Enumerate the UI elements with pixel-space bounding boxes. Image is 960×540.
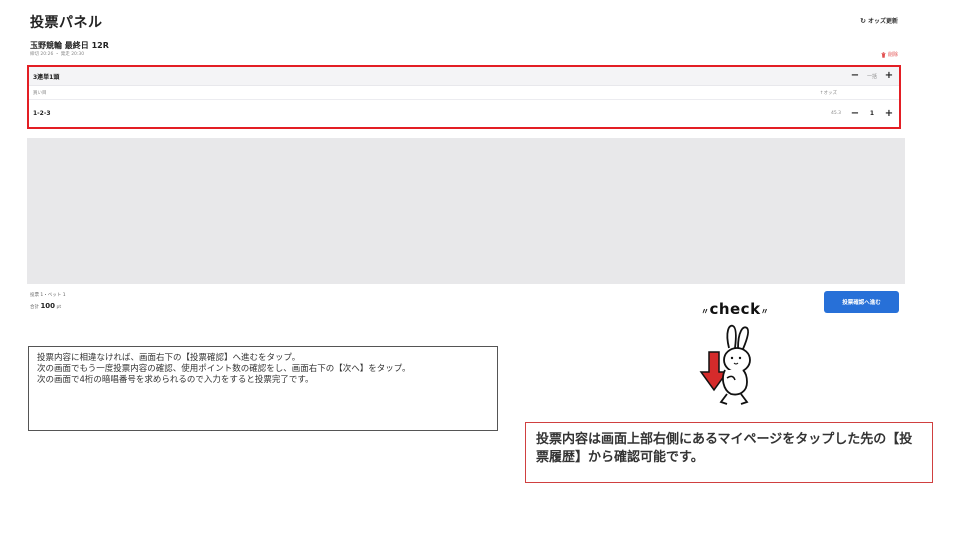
- delete-button[interactable]: 削除: [881, 51, 898, 58]
- bulk-plus-button[interactable]: +: [883, 71, 895, 81]
- check-label: 〃check〃: [685, 300, 785, 318]
- page-title: 投票パネル: [30, 15, 103, 31]
- note-line: 次の画面でもう一度投票内容の確認、使用ポイント数の確認をし、画面右下の【次へ】を…: [37, 364, 411, 374]
- history-info-note: 投票内容は画面上部右側にあるマイページをタップした先の【投票履歴】から確認可能で…: [525, 422, 933, 483]
- total-unit: pt: [56, 305, 62, 310]
- odds-sort-button[interactable]: ↑オッズ: [820, 90, 837, 96]
- race-name: 玉野競輪 最終日 12R: [30, 41, 109, 50]
- bet-row-controls: 45.3 − 1 +: [830, 108, 895, 119]
- total-label: 合計: [30, 305, 39, 310]
- delete-label: 削除: [887, 52, 898, 58]
- summary-total: 合計 100 pt: [30, 302, 61, 310]
- check-word: check: [709, 300, 761, 318]
- bet-odds: 45.3: [830, 111, 841, 116]
- unit-plus-button[interactable]: +: [883, 108, 895, 119]
- instruction-note: 投票内容に相違なければ、画面右下の【投票確認】へ進むをタップ。 次の画面でもう一…: [28, 346, 498, 431]
- race-times: 締切 20:26 ・ 発走 20:30: [30, 52, 85, 57]
- bet-panel: 3連単1頭 − 一括 + 買い目 ↑オッズ 1-2-3 45.3 − 1 +: [27, 65, 901, 129]
- empty-panel-area: [27, 138, 905, 284]
- rabbit-arrow-icon: [699, 324, 751, 405]
- bulk-stepper: − 一括 +: [849, 71, 895, 81]
- bulk-value: 一括: [866, 73, 877, 80]
- note-line: 次の画面で4桁の暗唱番号を求められるので入力をすると投票完了です。: [37, 375, 314, 385]
- total-amount: 100: [40, 302, 56, 310]
- trash-icon: [881, 51, 886, 58]
- refresh-icon: ↻: [860, 16, 866, 25]
- bulk-minus-button[interactable]: −: [849, 71, 861, 81]
- check-illustration: 〃check〃: [685, 300, 785, 410]
- bet-combo: 1-2-3: [33, 110, 51, 117]
- note-line: 投票内容に相違なければ、画面右下の【投票確認】へ進むをタップ。: [37, 353, 301, 363]
- bet-type-label: 3連単1頭: [33, 73, 60, 81]
- summary-count: 投票 1・ベット 1: [30, 293, 66, 298]
- unit-minus-button[interactable]: −: [849, 108, 861, 119]
- bet-type-header: 3連単1頭 − 一括 +: [29, 67, 899, 86]
- bet-subheader: 買い目 ↑オッズ: [29, 86, 899, 100]
- unit-stepper: − 1 +: [849, 108, 895, 119]
- check-mark-right-icon: 〃: [760, 307, 770, 316]
- bet-row: 1-2-3 45.3 − 1 +: [29, 100, 899, 127]
- combo-column-label: 買い目: [33, 90, 47, 96]
- proceed-to-confirm-button[interactable]: 投票確認へ進む: [824, 291, 899, 313]
- odds-refresh-button[interactable]: ↻ オッズ更新: [860, 16, 898, 26]
- unit-count[interactable]: 1: [866, 110, 878, 117]
- odds-refresh-label: オッズ更新: [867, 18, 898, 25]
